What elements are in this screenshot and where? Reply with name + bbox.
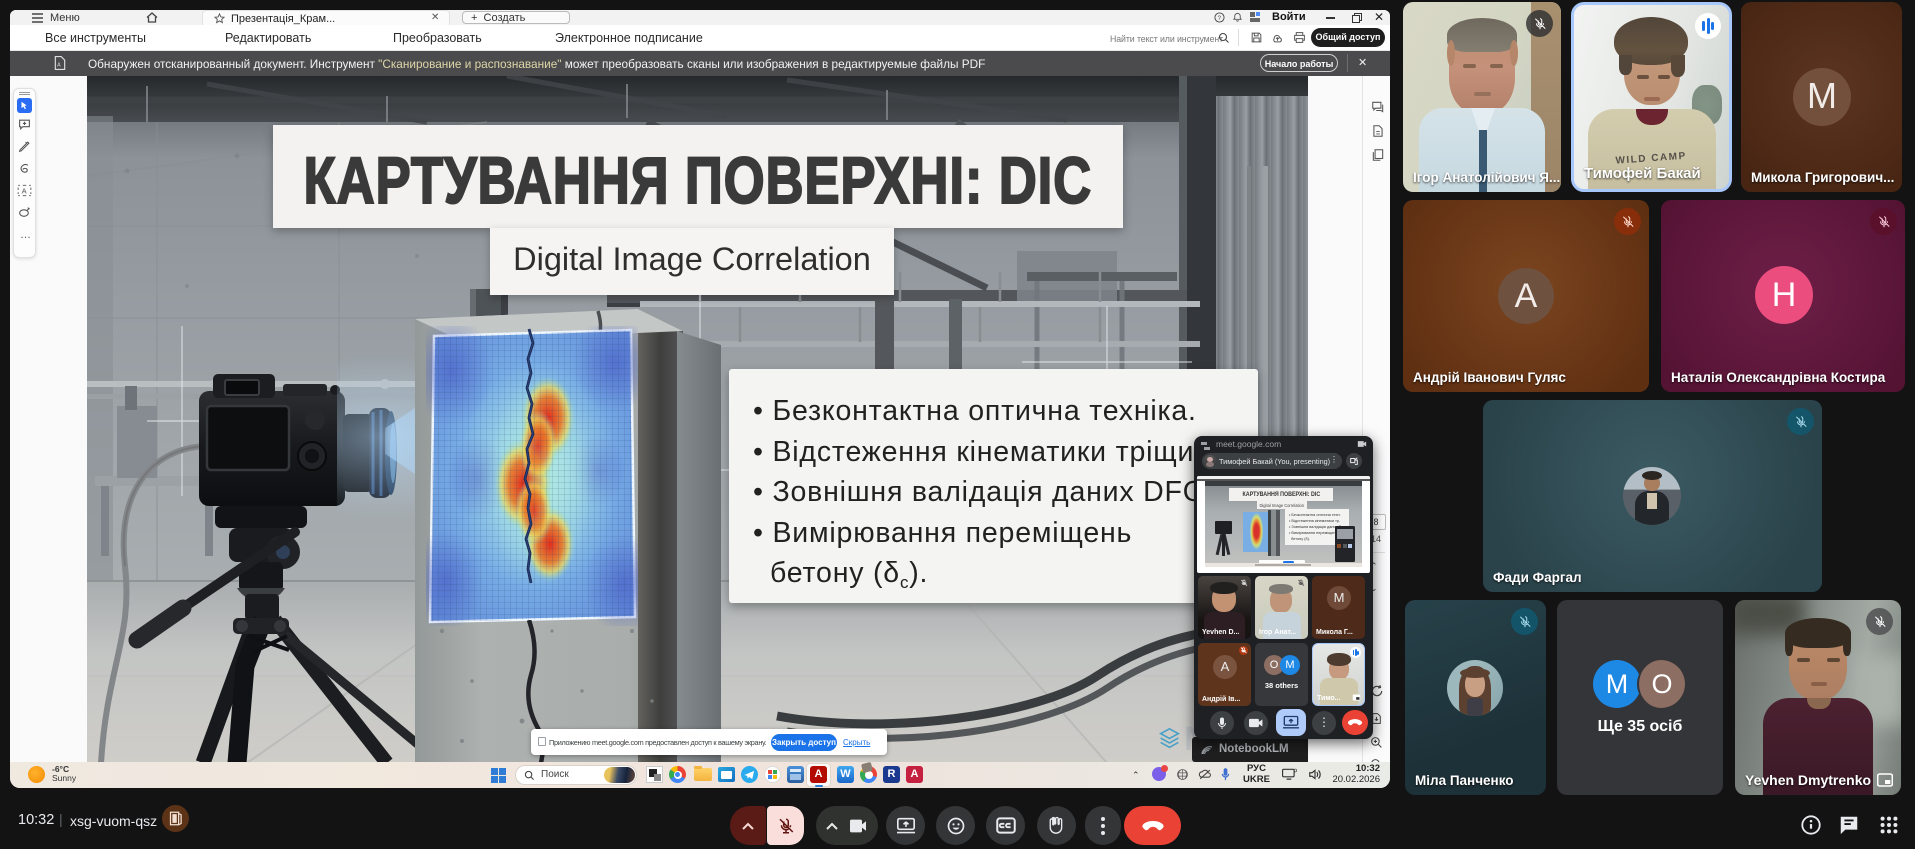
svg-text:A: A [22, 186, 27, 195]
svg-text:A: A [57, 63, 61, 69]
svg-text:?: ? [1218, 16, 1222, 22]
